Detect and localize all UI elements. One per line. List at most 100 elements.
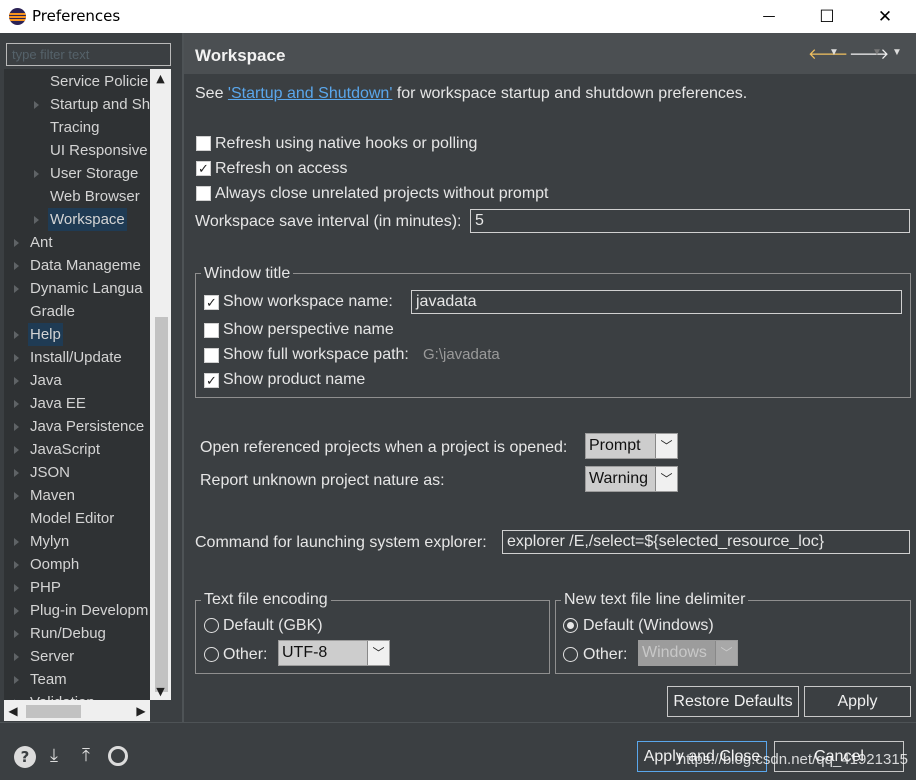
chevron-down-icon[interactable]: ﹀: [655, 467, 677, 491]
tree-item[interactable]: Run/Debug: [4, 622, 150, 645]
apply-button[interactable]: Apply: [804, 686, 911, 717]
tree-item[interactable]: Java Persistence: [4, 415, 150, 438]
tree-item[interactable]: Startup and Sh: [4, 93, 150, 116]
tree-item[interactable]: Ant: [4, 231, 150, 254]
expand-arrow-icon[interactable]: [14, 492, 19, 500]
workspace-name-input[interactable]: javadata: [411, 290, 902, 314]
tree-item[interactable]: JSON: [4, 461, 150, 484]
show-product-name-checkbox[interactable]: ✓: [204, 373, 219, 388]
expand-arrow-icon[interactable]: [14, 446, 19, 454]
scroll-thumb[interactable]: [155, 317, 168, 692]
expand-arrow-icon[interactable]: [14, 630, 19, 638]
show-perspective-name-checkbox[interactable]: [204, 323, 219, 338]
tree-item[interactable]: Maven: [4, 484, 150, 507]
always-close-checkbox[interactable]: [196, 186, 211, 201]
expand-arrow-icon[interactable]: [14, 676, 19, 684]
tree-item[interactable]: Model Editor: [4, 507, 150, 530]
view-menu-chevron-icon[interactable]: ▼: [892, 47, 902, 58]
chevron-down-icon[interactable]: ﹀: [367, 641, 389, 665]
show-product-name-label[interactable]: Show product name: [223, 370, 365, 390]
tree-item[interactable]: Oomph: [4, 553, 150, 576]
encoding-default-radio[interactable]: [204, 618, 219, 633]
expand-arrow-icon[interactable]: [14, 653, 19, 661]
tree-item[interactable]: Service Policie: [4, 70, 150, 93]
delimiter-default-label[interactable]: Default (Windows): [583, 616, 714, 636]
tree-item[interactable]: Workspace: [4, 208, 150, 231]
oomph-settings-icon[interactable]: [108, 746, 128, 766]
tree-item[interactable]: Java EE: [4, 392, 150, 415]
chevron-down-icon[interactable]: ﹀: [655, 434, 677, 458]
delimiter-default-radio[interactable]: [563, 618, 578, 633]
expand-arrow-icon[interactable]: [14, 469, 19, 477]
expand-arrow-icon[interactable]: [34, 216, 39, 224]
tree-item[interactable]: Install/Update: [4, 346, 150, 369]
always-close-label[interactable]: Always close unrelated projects without …: [215, 184, 549, 204]
expand-arrow-icon[interactable]: [14, 584, 19, 592]
tree-item[interactable]: User Storage: [4, 162, 150, 185]
open-referenced-select[interactable]: Prompt ﹀: [585, 433, 678, 459]
encoding-other-radio[interactable]: [204, 647, 219, 662]
hscroll-thumb[interactable]: [26, 705, 81, 718]
expand-arrow-icon[interactable]: [14, 561, 19, 569]
tree-item[interactable]: Plug-in Developm: [4, 599, 150, 622]
report-unknown-select[interactable]: Warning ﹀: [585, 466, 678, 492]
expand-arrow-icon[interactable]: [14, 423, 19, 431]
export-icon[interactable]: ⤒: [76, 746, 96, 766]
expand-arrow-icon[interactable]: [14, 607, 19, 615]
encoding-default-label[interactable]: Default (GBK): [223, 616, 323, 636]
expand-arrow-icon[interactable]: [14, 538, 19, 546]
close-button[interactable]: ✕: [862, 0, 908, 33]
tree-item[interactable]: Dynamic Langua: [4, 277, 150, 300]
back-menu-chevron-icon[interactable]: ▼: [829, 47, 839, 58]
tree-item[interactable]: Help: [4, 323, 150, 346]
tree-item[interactable]: Tracing: [4, 116, 150, 139]
delimiter-other-label[interactable]: Other:: [583, 645, 627, 665]
expand-arrow-icon[interactable]: [14, 400, 19, 408]
show-workspace-name-label[interactable]: Show workspace name:: [223, 292, 393, 312]
preference-tree[interactable]: Service Policie Startup and Sh Tracing UI R…: [4, 69, 150, 700]
tree-horizontal-scrollbar[interactable]: ◀ ▶: [4, 700, 150, 721]
tree-item[interactable]: PHP: [4, 576, 150, 599]
scroll-down-icon[interactable]: ▼: [150, 682, 171, 700]
tree-item[interactable]: Server: [4, 645, 150, 668]
refresh-native-label[interactable]: Refresh using native hooks or polling: [215, 134, 477, 154]
tree-item[interactable]: Data Manageme: [4, 254, 150, 277]
minimize-button[interactable]: —: [746, 0, 792, 33]
expand-arrow-icon[interactable]: [34, 101, 39, 109]
expand-arrow-icon[interactable]: [14, 285, 19, 293]
refresh-access-label[interactable]: Refresh on access: [215, 159, 348, 179]
expand-arrow-icon[interactable]: [14, 331, 19, 339]
startup-shutdown-link[interactable]: 'Startup and Shutdown': [228, 85, 392, 102]
expand-arrow-icon[interactable]: [14, 239, 19, 247]
tree-item[interactable]: JavaScript: [4, 438, 150, 461]
explorer-command-input[interactable]: explorer /E,/select=${selected_resource_…: [502, 530, 910, 554]
filter-input[interactable]: [6, 43, 171, 66]
tree-item[interactable]: Team: [4, 668, 150, 691]
expand-arrow-icon[interactable]: [14, 262, 19, 270]
import-icon[interactable]: ⤓: [44, 746, 64, 766]
delimiter-other-radio[interactable]: [563, 647, 578, 662]
tree-vertical-scrollbar[interactable]: ▲ ▼: [150, 69, 171, 700]
refresh-native-checkbox[interactable]: [196, 136, 211, 151]
scroll-left-icon[interactable]: ◀: [4, 700, 22, 721]
expand-arrow-icon[interactable]: [14, 354, 19, 362]
forward-arrow-icon[interactable]: 🡒: [849, 44, 889, 63]
show-workspace-name-checkbox[interactable]: ✓: [204, 295, 219, 310]
show-full-path-checkbox[interactable]: [204, 348, 219, 363]
expand-arrow-icon[interactable]: [34, 170, 39, 178]
maximize-button[interactable]: ☐: [804, 0, 850, 33]
tree-item[interactable]: Web Browser: [4, 185, 150, 208]
show-full-path-label[interactable]: Show full workspace path:: [223, 345, 409, 365]
save-interval-input[interactable]: 5: [470, 209, 910, 233]
refresh-access-checkbox[interactable]: ✓: [196, 161, 211, 176]
help-icon[interactable]: ?: [14, 746, 36, 768]
encoding-other-label[interactable]: Other:: [223, 645, 267, 665]
tree-item[interactable]: Java: [4, 369, 150, 392]
tree-item[interactable]: Mylyn: [4, 530, 150, 553]
tree-item[interactable]: UI Responsive: [4, 139, 150, 162]
tree-item[interactable]: Validation: [4, 691, 150, 700]
scroll-up-icon[interactable]: ▲: [150, 69, 171, 87]
restore-defaults-button[interactable]: Restore Defaults: [667, 686, 799, 717]
scroll-right-icon[interactable]: ▶: [132, 700, 150, 721]
expand-arrow-icon[interactable]: [14, 377, 19, 385]
